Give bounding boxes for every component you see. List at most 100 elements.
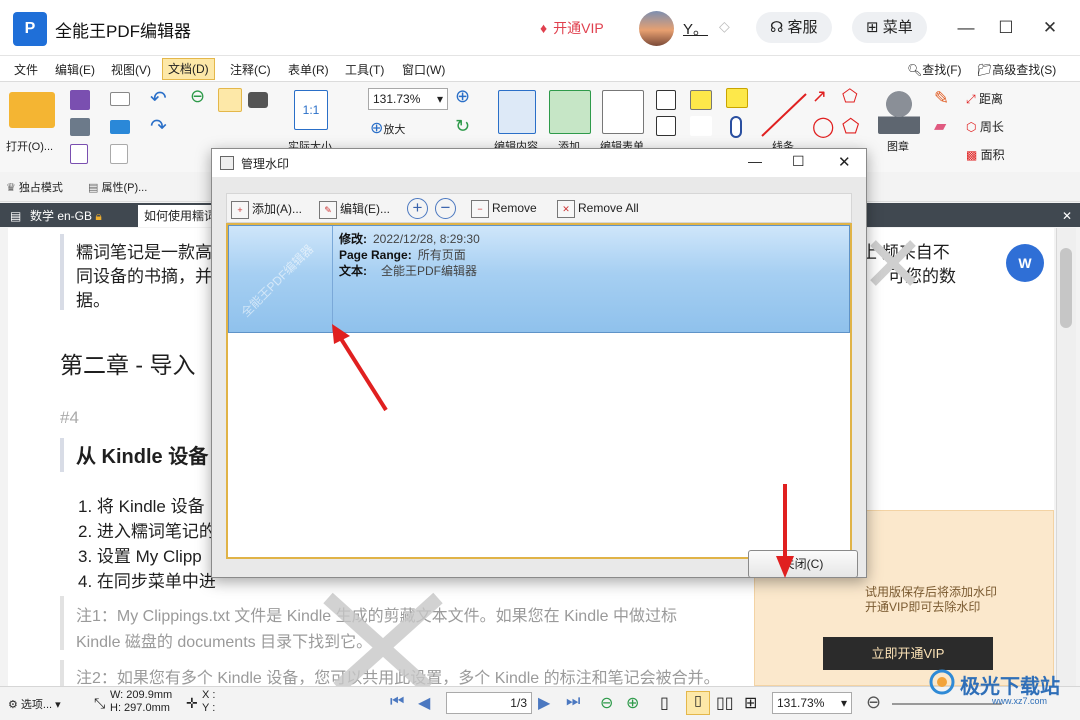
first-page-icon[interactable]: ⏮ [390,693,404,711]
zoom-in-button[interactable]: ⊕放大 [370,118,405,138]
menu-comment[interactable]: 注释(C) [228,60,273,80]
line-icon[interactable] [760,90,810,140]
options-button[interactable]: ⚙ 选项... ▾ [8,696,61,712]
maximize-button[interactable]: ☐ [992,14,1020,42]
menu-file[interactable]: 文件 [12,60,40,80]
exclusive-mode-button[interactable]: ♛ 独占模式 [6,179,63,195]
find-button[interactable]: 🔍︎查找(F) [905,60,964,80]
actual-size-icon[interactable]: 1:1 [294,90,328,130]
hand-tool-icon[interactable] [218,88,242,112]
dialog-close-x-button[interactable]: ✕ [838,153,851,171]
stamp-label[interactable]: 图章 [887,138,909,154]
avatar[interactable] [639,11,674,46]
add-image-icon[interactable] [549,90,591,134]
minimize-button[interactable]: — [952,14,980,42]
undo-icon[interactable]: ↶ [150,86,167,111]
zoom-plus-icon[interactable]: + [407,198,428,219]
edit-form-icon[interactable] [602,90,644,134]
nav-back-icon[interactable]: ⊖ [600,693,613,713]
tab-list-icon[interactable]: ▤ [4,205,22,227]
edit-content-icon[interactable] [498,90,536,134]
tab-math[interactable]: 数学 en-GB 🔒︎ [24,205,108,227]
redo-icon[interactable]: ↷ [150,114,167,139]
zoom-glass-icon[interactable]: ⊕ [455,86,470,107]
dialog-maximize-button[interactable]: ☐ [792,153,805,170]
typewriter-icon[interactable] [690,90,712,110]
text-box-icon[interactable] [656,90,676,110]
distance-button[interactable]: ⤢ 距离 [966,90,1003,107]
advanced-find-button[interactable]: 📁︎高级查找(S) [975,60,1058,80]
cursor-y: Y : [202,702,216,714]
menu-edit[interactable]: 编辑(E) [53,60,97,80]
open-button[interactable]: 打开(O)... [6,138,53,154]
close-window-button[interactable]: ✕ [1036,14,1064,42]
attach-icon[interactable] [730,116,742,138]
open-folder-icon[interactable] [9,92,55,128]
last-page-icon[interactable]: ⏭ [566,693,580,711]
page-input[interactable]: 1/3 [446,692,532,714]
scrollbar-thumb[interactable] [1060,248,1072,328]
nav-forward-icon[interactable]: ⊕ [626,693,639,713]
menu-button[interactable]: ⊞ 菜单 [852,12,927,43]
dialog-close-button[interactable]: 关闭(C) [748,550,858,578]
user-name[interactable]: Y。 [683,18,708,39]
strikeout-icon[interactable] [690,116,712,136]
vertical-scrollbar[interactable] [1056,228,1076,686]
tab-current[interactable]: 如何使用糯词 [138,205,223,227]
remove-all-button[interactable]: ✕ Remove All [557,200,639,218]
next-page-icon[interactable]: ▶ [538,693,550,713]
dialog-minimize-button[interactable]: — [748,153,762,169]
continuous-page-icon[interactable]: ▯ [686,691,710,715]
print-icon[interactable] [70,118,90,136]
menu-form[interactable]: 表单(R) [286,60,331,80]
scan-icon[interactable] [110,120,130,134]
stamp-icon[interactable] [878,88,920,134]
perimeter-button[interactable]: ⬡ 周长 [966,118,1004,135]
zoom-minus-icon[interactable]: − [435,198,456,219]
save-icon[interactable] [70,90,90,110]
rotate-icon[interactable]: ↻ [455,116,470,137]
statusbar-zoom-select[interactable]: 131.73% ▾ [772,692,852,714]
grid-view-icon[interactable]: ⊞ [744,693,757,713]
add-watermark-button[interactable]: + 添加(A)... [231,200,302,219]
area-button[interactable]: ▩ 面积 [966,146,1005,163]
pentagon-icon[interactable]: ⬠ [842,114,859,139]
back-icon[interactable]: ⊖ [190,86,205,107]
vip-link[interactable]: ♦ 开通VIP [540,18,604,38]
callout-icon[interactable] [656,116,676,136]
float-word-icon[interactable]: W [1006,244,1044,282]
properties-button[interactable]: ▤ 属性(P)... [88,179,147,195]
arrow-icon[interactable]: ↗ [812,86,827,107]
page-height: H: 297.0mm [110,702,170,714]
cursor-x: X : [202,689,216,701]
new-doc-icon[interactable] [110,144,128,164]
menu-view[interactable]: 视图(V) [109,60,153,80]
pencil-icon[interactable]: ✎ [934,88,949,109]
export-icon[interactable] [70,144,88,164]
zoom-slider[interactable] [892,703,1002,705]
facing-page-icon[interactable]: ▯▯ [716,693,734,713]
polygon-icon[interactable]: ⬠ [842,86,858,107]
close-tab-icon[interactable]: ✕ [1056,205,1078,227]
open-vip-button[interactable]: 立即开通VIP [823,637,993,670]
remove-all-icon: ✕ [557,200,575,218]
edit-watermark-button[interactable]: ✎ 编辑(E)... [319,200,390,219]
note-icon[interactable] [726,88,748,108]
menu-document[interactable]: 文档(D) [162,58,215,80]
remove-watermark-button[interactable]: − Remove [471,200,537,218]
zoom-out-icon[interactable]: ⊖ [866,692,881,713]
chapter-heading: 第二章 - 导入 [60,352,196,378]
service-button[interactable]: ☊ 客服 [756,12,832,43]
menu-window[interactable]: 窗口(W) [400,60,447,80]
watermark-list-item[interactable]: 全能王PDF编辑器 修改: 2022/12/28, 8:29:30 Page Ra… [228,225,850,333]
watermark-list[interactable]: 全能王PDF编辑器 修改: 2022/12/28, 8:29:30 Page Ra… [226,223,852,559]
menu-tools[interactable]: 工具(T) [343,60,386,80]
email-icon[interactable] [110,92,130,106]
prev-page-icon[interactable]: ◀ [418,693,430,713]
snapshot-icon[interactable] [248,92,268,108]
ellipse-icon[interactable]: ◯ [812,114,834,139]
note2-bar [60,660,64,686]
eraser-icon[interactable]: ▰ [934,116,946,136]
single-page-icon[interactable]: ▯ [660,693,669,713]
zoom-select[interactable]: 131.73% ▾ [368,88,448,110]
